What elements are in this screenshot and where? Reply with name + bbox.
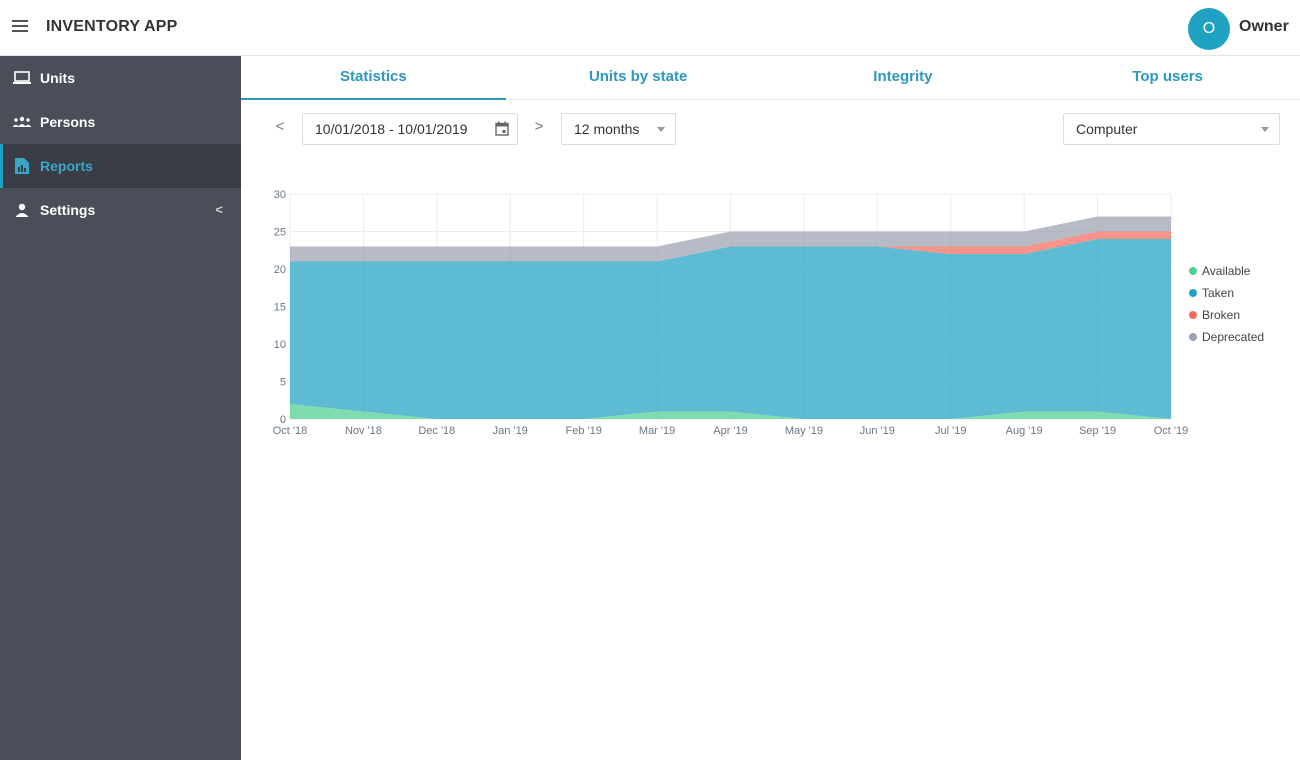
tab-units-by-state[interactable]: Units by state	[506, 56, 771, 99]
chevron-down-icon	[657, 127, 665, 132]
legend-marker-broken	[1189, 311, 1197, 319]
x-tick-label: Nov '18	[345, 425, 382, 437]
people-icon	[12, 114, 32, 130]
chevron-left-icon[interactable]: <	[215, 202, 223, 217]
sidebar-item-units[interactable]: Units	[0, 56, 241, 100]
x-tick-label: Mar '19	[639, 425, 675, 437]
chevron-down-icon	[1261, 127, 1269, 132]
x-tick-label: Dec '18	[418, 425, 455, 437]
legend-marker-taken	[1189, 289, 1197, 297]
x-tick-label: Feb '19	[565, 425, 601, 437]
tab-statistics[interactable]: Statistics	[241, 56, 506, 100]
x-tick-label: Oct '18	[273, 425, 308, 437]
x-tick-label: Jan '19	[493, 425, 528, 437]
x-tick-label: Jul '19	[935, 425, 966, 437]
sidebar-item-label: Reports	[40, 158, 93, 174]
x-tick-label: Jun '19	[860, 425, 895, 437]
y-tick-label: 20	[274, 264, 286, 276]
x-tick-label: Oct '19	[1154, 425, 1189, 437]
next-period-button[interactable]: >	[529, 118, 549, 138]
sidebar-item-settings[interactable]: Settings <	[0, 188, 241, 232]
y-tick-label: 10	[274, 339, 286, 351]
legend-marker-available	[1189, 267, 1197, 275]
calendar-icon[interactable]	[495, 121, 509, 136]
category-value: Computer	[1076, 121, 1138, 137]
user-avatar[interactable]: O	[1188, 8, 1230, 50]
x-tick-label: Apr '19	[713, 425, 748, 437]
hamburger-menu-icon[interactable]	[12, 20, 28, 34]
y-tick-label: 5	[280, 377, 286, 389]
date-range-value: 10/01/2018 - 10/01/2019	[315, 121, 468, 137]
tab-integrity[interactable]: Integrity	[771, 56, 1036, 99]
top-bar: INVENTORY APP O Owner	[0, 0, 1300, 56]
sidebar: Units Persons Reports Settings <	[0, 56, 241, 760]
x-tick-label: Aug '19	[1006, 425, 1043, 437]
sidebar-item-reports[interactable]: Reports	[0, 144, 241, 188]
tab-top-users[interactable]: Top users	[1035, 56, 1300, 99]
date-range-input[interactable]: 10/01/2018 - 10/01/2019	[302, 113, 518, 145]
legend-label-taken[interactable]: Taken	[1202, 286, 1234, 300]
person-icon	[12, 202, 32, 218]
user-name[interactable]: Owner	[1239, 18, 1289, 36]
sidebar-item-label: Units	[40, 70, 75, 86]
x-tick-label: Sep '19	[1079, 425, 1116, 437]
chart-legend: Available Taken Broken Deprecated	[1189, 264, 1264, 344]
sidebar-item-label: Persons	[40, 114, 96, 130]
y-tick-label: 15	[274, 302, 286, 314]
legend-label-broken[interactable]: Broken	[1202, 308, 1240, 322]
legend-marker-deprecated	[1189, 333, 1197, 341]
period-select[interactable]: 12 months	[561, 113, 676, 145]
statistics-area-chart: 051015202530Oct '18 Nov '18 Dec '18 Jan '19…	[273, 189, 1264, 437]
app-title: INVENTORY APP	[46, 18, 178, 35]
legend-label-available[interactable]: Available	[1202, 264, 1251, 278]
period-value: 12 months	[574, 121, 640, 137]
category-select[interactable]: Computer	[1063, 113, 1280, 145]
legend-label-deprecated[interactable]: Deprecated	[1202, 330, 1264, 344]
sidebar-item-persons[interactable]: Persons	[0, 100, 241, 144]
x-tick-label: May '19	[785, 425, 823, 437]
report-icon	[12, 158, 32, 174]
y-tick-label: 25	[274, 227, 286, 239]
previous-period-button[interactable]: <	[270, 118, 290, 138]
series-area-taken[interactable]	[290, 239, 1171, 419]
laptop-icon	[12, 70, 32, 86]
y-tick-label: 30	[274, 189, 286, 201]
sidebar-item-label: Settings	[40, 202, 96, 218]
report-tabs: Statistics Units by state Integrity Top …	[241, 56, 1300, 100]
